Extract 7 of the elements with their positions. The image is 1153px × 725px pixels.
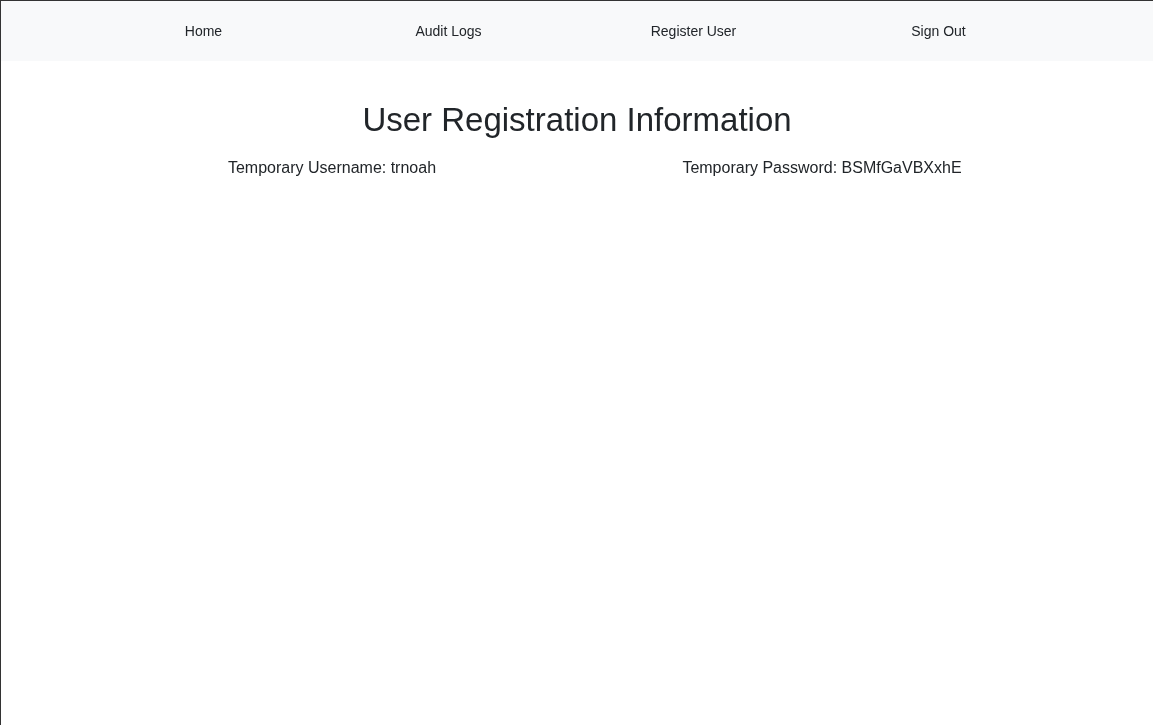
credential-text: Temporary Password: BSMfGaVBXxhE (682, 159, 962, 176)
nav-link[interactable]: Sign Out (905, 19, 972, 43)
nav-link[interactable]: Home (178, 19, 229, 43)
credential-text: Temporary Username: trnoah (227, 159, 437, 176)
nav-link[interactable]: Register User (644, 19, 743, 43)
nav-link[interactable]: Audit Logs (409, 19, 488, 43)
page-title: User Registration Information (361, 101, 793, 139)
